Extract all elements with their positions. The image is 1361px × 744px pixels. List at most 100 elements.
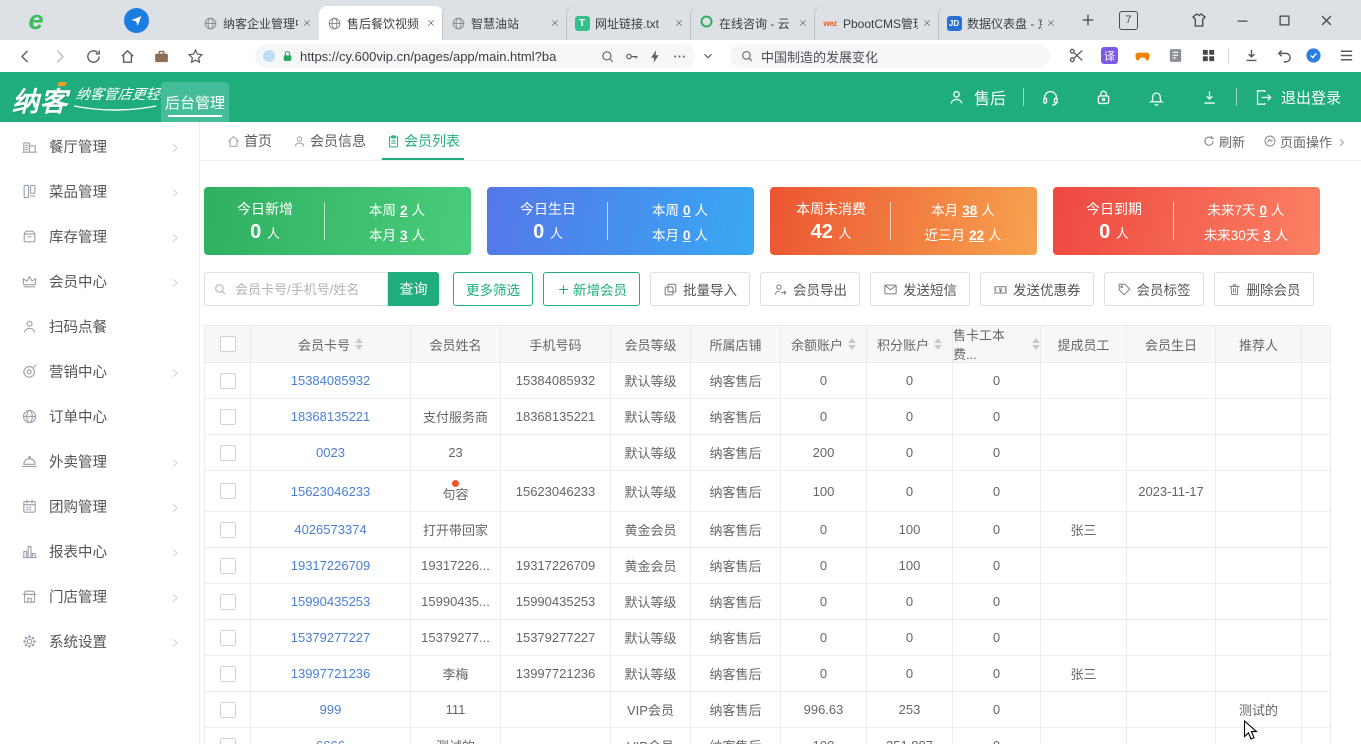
sort-icon[interactable] [1032, 338, 1040, 350]
browser-tab[interactable]: 售后餐饮视频 [319, 6, 443, 40]
row-checkbox[interactable] [220, 522, 236, 538]
username[interactable]: 售后 [974, 85, 1006, 109]
tab-close-icon[interactable] [302, 18, 312, 28]
card-number-link[interactable]: 15990435253 [291, 594, 371, 609]
toolbar-button[interactable]: 发送短信 [870, 272, 970, 306]
column-header[interactable]: 积分账户 [867, 326, 953, 362]
maximize-button[interactable] [1277, 13, 1292, 28]
refresh-button[interactable]: 刷新 [1202, 132, 1245, 151]
reader-icon[interactable] [1167, 47, 1184, 64]
sort-icon[interactable] [934, 338, 942, 350]
undo-icon[interactable] [1276, 47, 1293, 64]
sidebar-item[interactable]: 团购管理 [0, 484, 199, 529]
lock-icon[interactable] [1094, 88, 1113, 107]
toolbar-button[interactable]: 更多筛选 [453, 272, 533, 306]
tab-close-icon[interactable] [426, 18, 436, 28]
sidebar-item[interactable]: 会员中心 [0, 259, 199, 304]
column-header[interactable]: 会员生日 [1127, 326, 1216, 362]
browser-tab[interactable]: 在线咨询 - 云 [691, 6, 815, 40]
card-number-link[interactable]: 15623046233 [291, 484, 371, 499]
sync-icon[interactable] [1305, 47, 1322, 64]
card-number-link[interactable]: 4026573374 [294, 522, 366, 537]
column-header[interactable]: 所属店铺 [691, 326, 781, 362]
toolbar-button[interactable]: 会员导出 [760, 272, 860, 306]
skin-wardrobe-icon[interactable] [1190, 11, 1208, 29]
card-number-link[interactable]: 999 [320, 702, 342, 717]
sort-icon[interactable] [848, 338, 856, 350]
select-all-checkbox[interactable] [220, 336, 236, 352]
more-dots-icon[interactable] [672, 49, 687, 64]
column-header[interactable]: 余额账户 [781, 326, 867, 362]
card-number-link[interactable]: 15384085932 [291, 373, 371, 388]
minimize-button[interactable] [1235, 13, 1250, 28]
lightning-icon[interactable] [648, 49, 663, 64]
row-checkbox[interactable] [220, 409, 236, 425]
home-icon[interactable] [119, 48, 136, 65]
workspace-tab[interactable]: 首页 [226, 122, 272, 160]
sort-icon[interactable] [355, 338, 363, 350]
tab-close-icon[interactable] [922, 18, 932, 28]
headset-icon[interactable] [1041, 88, 1060, 107]
row-checkbox[interactable] [220, 373, 236, 389]
card-number-link[interactable]: 6666 [316, 738, 345, 744]
sidebar-item[interactable]: 外卖管理 [0, 439, 199, 484]
column-header[interactable]: 推荐人 [1216, 326, 1302, 362]
download-icon[interactable] [1200, 88, 1219, 107]
sidebar-item[interactable]: 扫码点餐 [0, 304, 199, 349]
browser-tab[interactable]: T网址链接.txt [567, 6, 691, 40]
browser-tab[interactable]: 智慧油站 [443, 6, 567, 40]
column-header[interactable]: 会员等级 [611, 326, 691, 362]
sidebar-item[interactable]: 菜品管理 [0, 169, 199, 214]
url-field[interactable]: https://cy.600vip.cn/pages/app/main.html… [255, 44, 695, 68]
browser-tab[interactable]: 纳客企业管理中 [195, 6, 319, 40]
favorite-star-icon[interactable] [187, 48, 204, 65]
tab-close-icon[interactable] [1046, 18, 1056, 28]
browser-search-box[interactable]: 中国制造的发展变化 [730, 44, 1050, 68]
menu-icon[interactable] [1338, 47, 1355, 64]
gamepad-icon[interactable] [1134, 47, 1151, 64]
nav-tab-backstage[interactable]: 后台管理 [161, 82, 229, 122]
tab-close-icon[interactable] [674, 18, 684, 28]
sidebar-item[interactable]: 库存管理 [0, 214, 199, 259]
browser-tab[interactable]: JD数据仪表盘 - 京 [939, 6, 1063, 40]
toolbar-button[interactable]: 新增会员 [543, 272, 640, 306]
page-operations-button[interactable]: 页面操作 [1263, 132, 1347, 151]
sidebar-item[interactable]: 订单中心 [0, 394, 199, 439]
row-checkbox[interactable] [220, 594, 236, 610]
card-number-link[interactable]: 13997721236 [291, 666, 371, 681]
row-checkbox[interactable] [220, 558, 236, 574]
column-header[interactable]: 售卡工本费... [953, 326, 1041, 362]
card-number-link[interactable]: 18368135221 [291, 409, 371, 424]
chevron-down-icon[interactable] [701, 49, 715, 63]
row-checkbox[interactable] [220, 702, 236, 718]
row-checkbox[interactable] [220, 738, 236, 744]
row-checkbox[interactable] [220, 445, 236, 461]
row-checkbox[interactable] [220, 483, 236, 499]
reload-icon[interactable] [85, 48, 102, 65]
card-number-link[interactable]: 0023 [316, 445, 345, 460]
close-window-button[interactable] [1319, 13, 1334, 28]
card-number-link[interactable]: 19317226709 [291, 558, 371, 573]
workspace-tab[interactable]: 会员信息 [292, 122, 366, 160]
column-header[interactable]: 手机号码 [501, 326, 611, 362]
apps-grid-icon[interactable] [1200, 47, 1217, 64]
sidebar-item[interactable]: 门店管理 [0, 574, 199, 619]
column-header[interactable]: 提成员工 [1041, 326, 1127, 362]
sidebar-item[interactable]: 报表中心 [0, 529, 199, 574]
new-tab-button[interactable] [1080, 12, 1096, 28]
query-button[interactable]: 查询 [388, 272, 439, 306]
toolbar-button[interactable]: 会员标签 [1104, 272, 1204, 306]
browser-tab[interactable]: wezPbootCMS管理 [815, 6, 939, 40]
screenshot-scissors-icon[interactable] [1068, 47, 1085, 64]
logout-icon[interactable] [1254, 88, 1273, 107]
password-key-icon[interactable] [624, 49, 639, 64]
workspace-tab[interactable]: 会员列表 [386, 122, 460, 160]
tab-close-icon[interactable] [550, 18, 560, 28]
translate-icon[interactable]: 译 [1101, 47, 1118, 64]
row-checkbox[interactable] [220, 630, 236, 646]
bell-icon[interactable] [1147, 88, 1166, 107]
sidebar-item[interactable]: 餐厅管理 [0, 124, 199, 169]
back-icon[interactable] [17, 48, 34, 65]
download-icon[interactable] [1243, 47, 1260, 64]
logout-label[interactable]: 退出登录 [1281, 87, 1341, 108]
